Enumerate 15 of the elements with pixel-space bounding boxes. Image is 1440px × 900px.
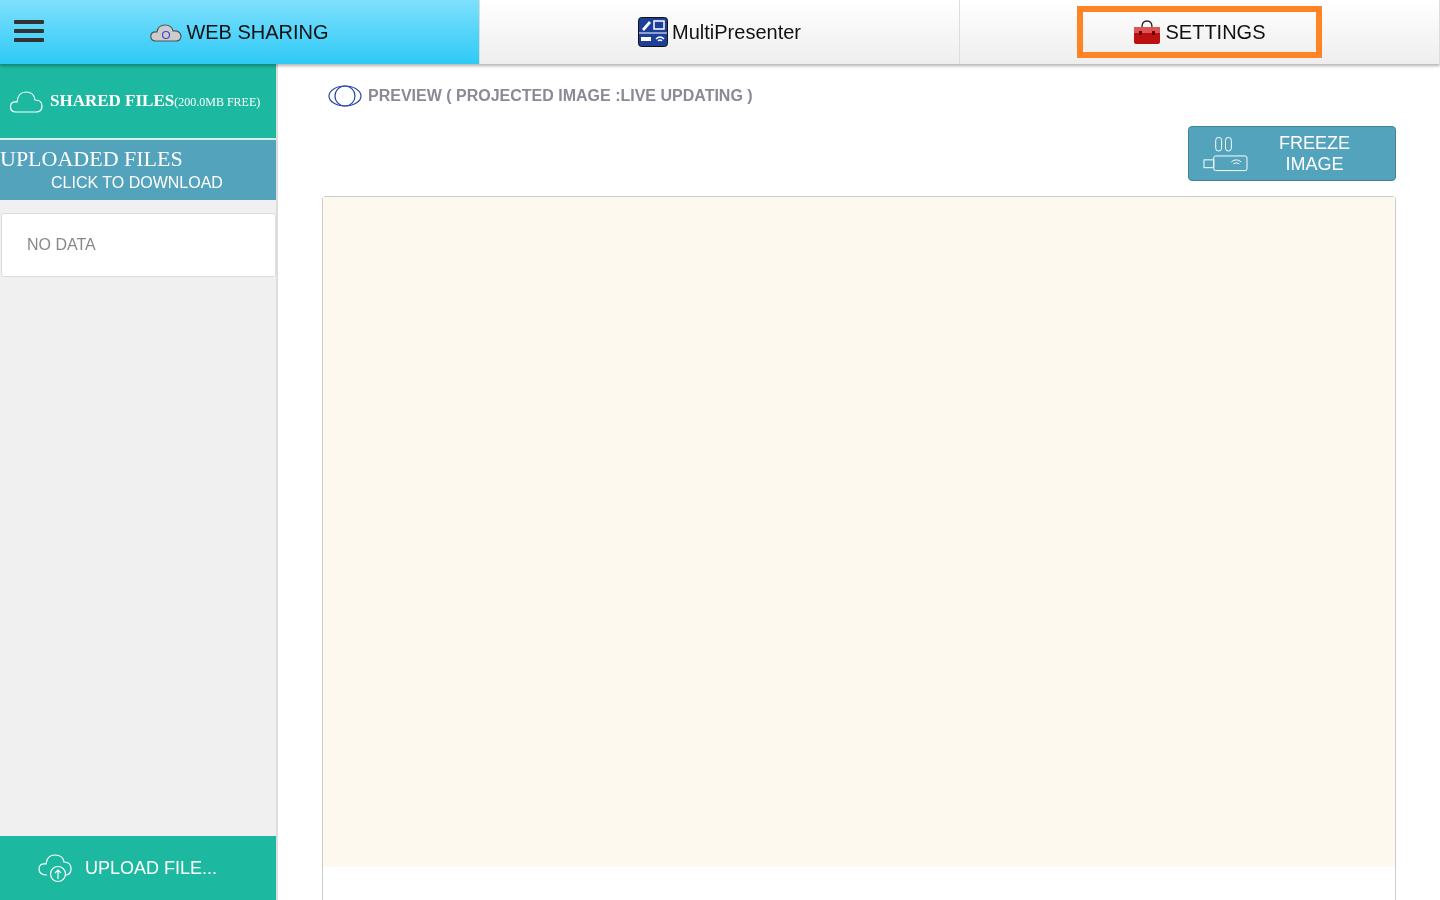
presenter-icon [638,17,669,47]
preview-title: PREVIEW ( PROJECTED IMAGE :LIVE UPDATING ) [368,87,753,105]
download-hint: CLICK TO DOWNLOAD [50,173,224,193]
cloud-icon [150,22,183,42]
shared-files-title: SHARED FILES(200.0MB FREE) [50,91,261,111]
empty-message: NO DATA [27,236,96,254]
menu-icon[interactable] [14,19,44,43]
toolbox-icon [1133,19,1162,45]
usb-stick-icon [1203,134,1250,173]
tab[interactable]: MultiPresenter [582,6,857,58]
uploaded-files-title: UPLOADED FILES [0,145,184,172]
cloud-upload-icon [37,853,73,883]
cloud-icon [9,89,43,113]
tab[interactable]: SETTINGS [1077,6,1322,58]
eye-icon [328,84,362,108]
